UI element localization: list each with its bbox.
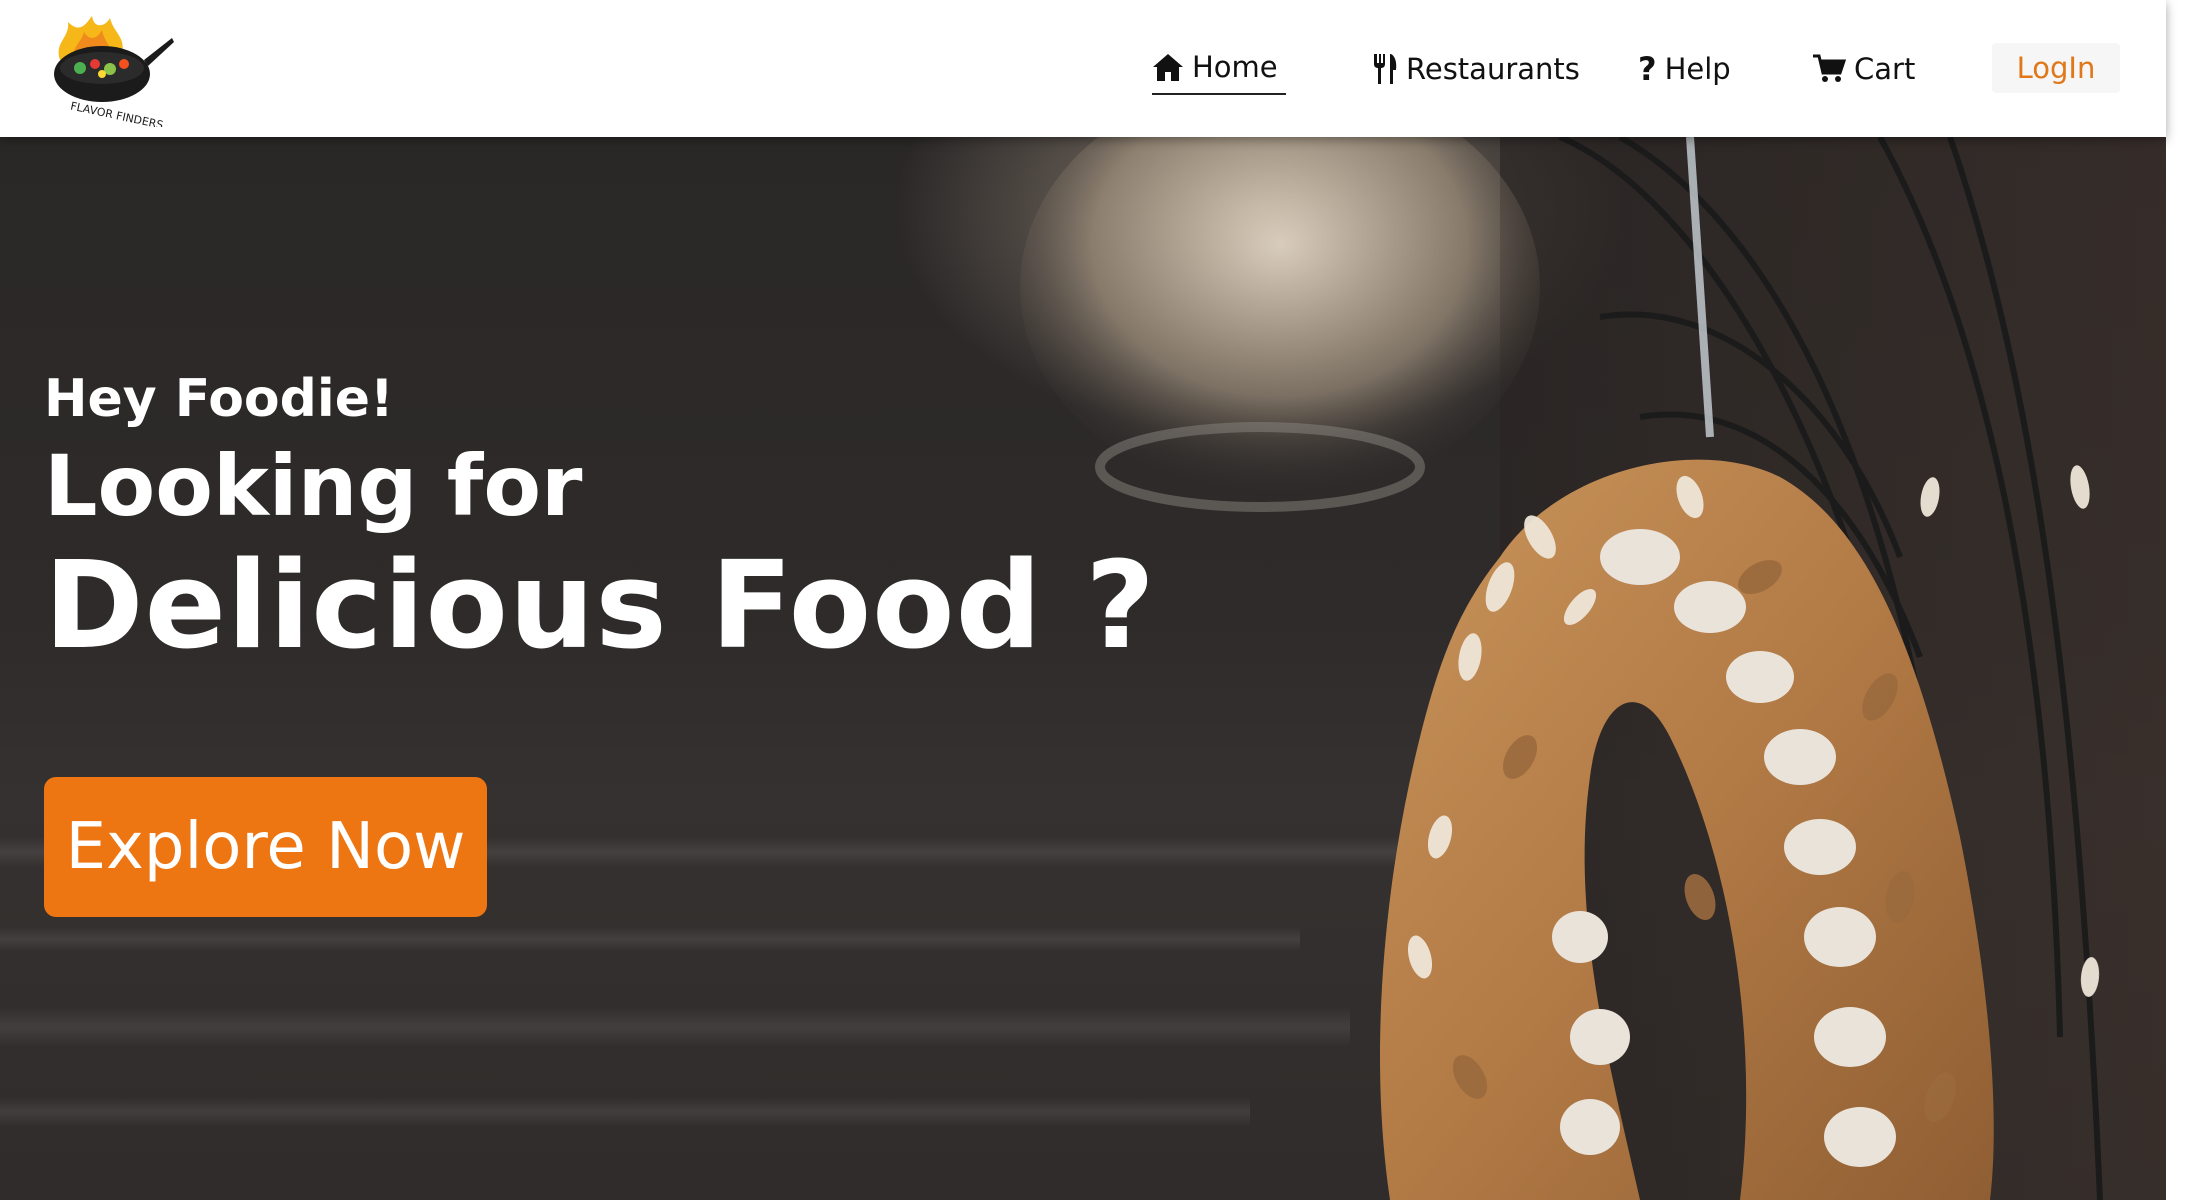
page: FLAVOR FINDERS Home Restaurants ? Help C… bbox=[0, 0, 2192, 1200]
nav-help-label: Help bbox=[1664, 52, 1731, 86]
question-icon: ? bbox=[1638, 50, 1657, 88]
top-navbar: FLAVOR FINDERS Home Restaurants ? Help C… bbox=[0, 0, 2166, 137]
svg-text:FLAVOR FINDERS: FLAVOR FINDERS bbox=[69, 99, 164, 127]
nav-home-label: Home bbox=[1192, 49, 1278, 84]
hero-greeting: Hey Foodie! bbox=[44, 369, 394, 429]
nav-cart-label: Cart bbox=[1854, 52, 1916, 86]
login-button[interactable]: LogIn bbox=[1992, 43, 2120, 93]
nav-cart[interactable]: Cart bbox=[1812, 44, 1915, 94]
hero-section: Hey Foodie! Looking for Delicious Food ?… bbox=[0, 137, 2166, 1200]
home-icon bbox=[1152, 52, 1184, 82]
nav-restaurants[interactable]: Restaurants bbox=[1372, 44, 1580, 94]
fork-knife-icon bbox=[1372, 53, 1398, 85]
explore-now-button[interactable]: Explore Now bbox=[44, 777, 487, 917]
hero-headline-line1: Looking for bbox=[44, 437, 583, 535]
hero-headline-line2: Delicious Food ? bbox=[44, 537, 1156, 676]
brand-logo[interactable]: FLAVOR FINDERS bbox=[40, 12, 175, 127]
wok-flame-logo-icon: FLAVOR FINDERS bbox=[54, 16, 174, 127]
cart-icon bbox=[1812, 54, 1846, 84]
nav-restaurants-label: Restaurants bbox=[1406, 52, 1580, 86]
nav-help[interactable]: ? Help bbox=[1638, 44, 1731, 94]
nav-home[interactable]: Home bbox=[1152, 44, 1286, 95]
right-gutter bbox=[2166, 0, 2192, 1200]
